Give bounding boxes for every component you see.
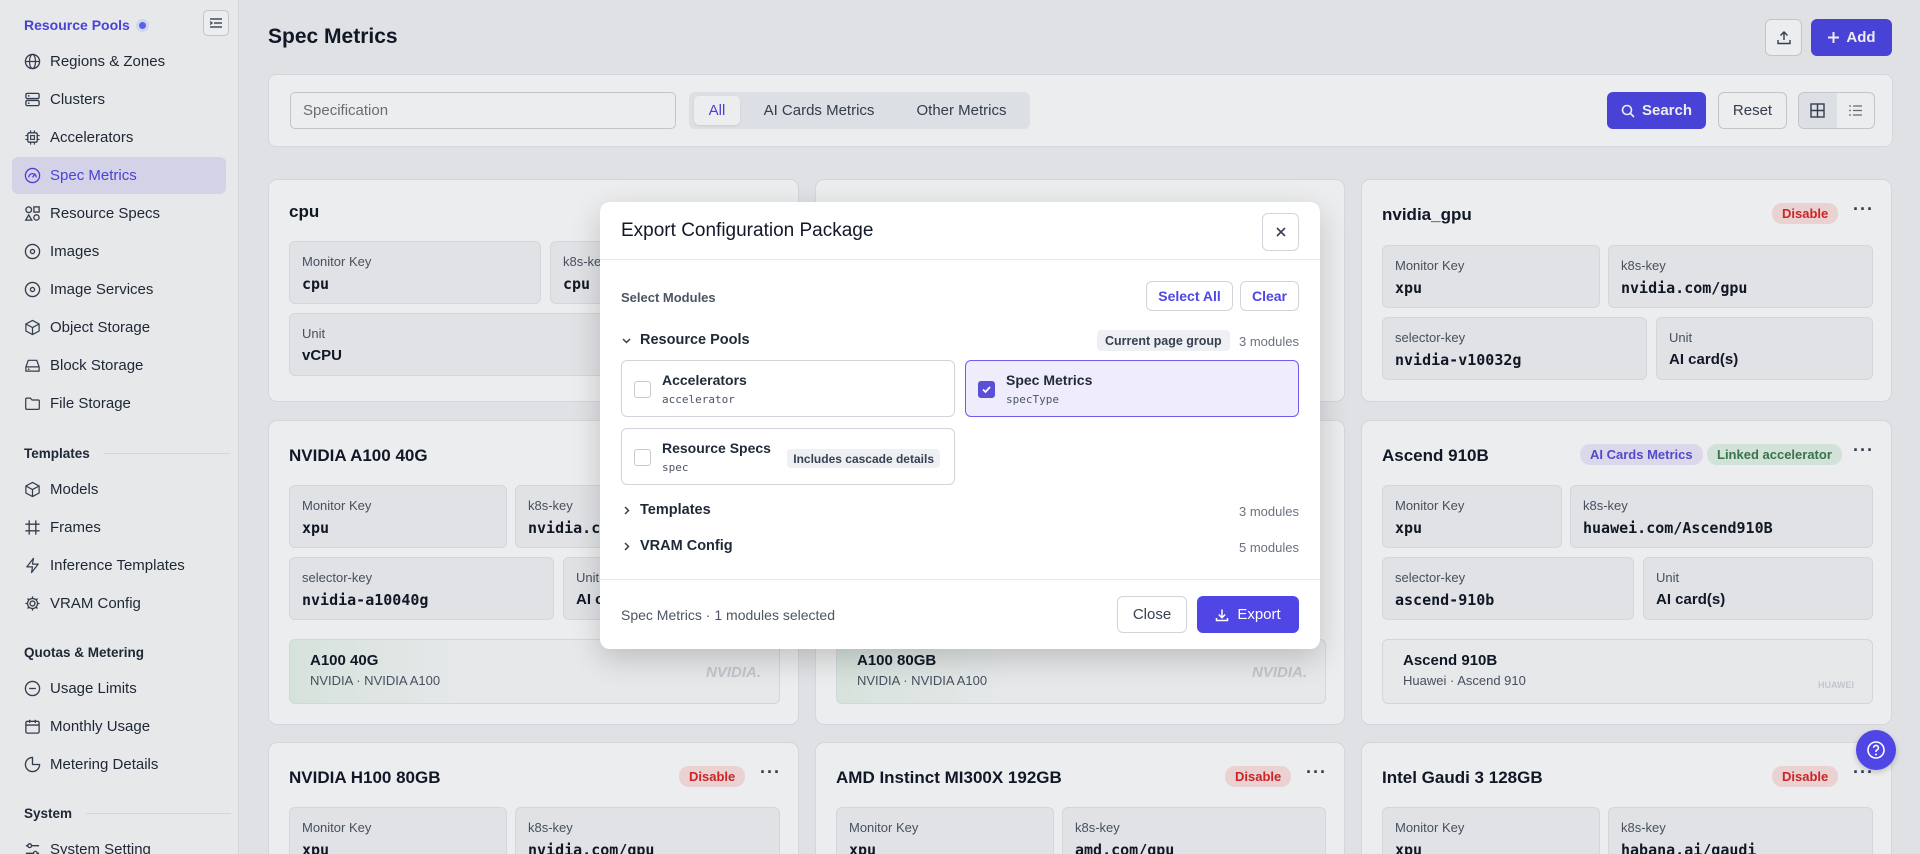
close-icon bbox=[1275, 227, 1286, 237]
group-vram-config[interactable]: VRAM Config bbox=[621, 538, 733, 554]
checkbox[interactable] bbox=[978, 381, 995, 398]
current-page-tag: Current page group bbox=[1097, 330, 1230, 351]
download-icon bbox=[1216, 609, 1229, 621]
divider bbox=[600, 579, 1320, 580]
divider bbox=[600, 259, 1320, 260]
chevron-right-icon bbox=[624, 505, 630, 515]
module-spec-metrics[interactable]: Spec Metrics specType bbox=[965, 360, 1299, 417]
cascade-details-tag: Includes cascade details bbox=[787, 449, 940, 468]
close-dialog-button[interactable] bbox=[1262, 213, 1299, 251]
group-templates[interactable]: Templates bbox=[621, 502, 711, 518]
select-modules-label: Select Modules bbox=[621, 290, 716, 305]
checkbox[interactable] bbox=[634, 381, 651, 398]
help-icon bbox=[1867, 741, 1885, 759]
help-button[interactable] bbox=[1856, 730, 1896, 770]
clear-button[interactable]: Clear bbox=[1240, 281, 1299, 311]
module-count: 3 modules bbox=[1239, 334, 1299, 349]
selection-status: Spec Metrics · 1 modules selected bbox=[621, 607, 835, 623]
chevron-right-icon bbox=[624, 541, 630, 551]
chevron-down-icon bbox=[622, 337, 631, 344]
dialog-title: Export Configuration Package bbox=[621, 220, 874, 241]
module-count: 3 modules bbox=[1239, 504, 1299, 519]
select-all-button[interactable]: Select All bbox=[1146, 281, 1233, 311]
check-icon bbox=[982, 386, 991, 394]
checkbox[interactable] bbox=[634, 449, 651, 466]
export-button[interactable]: Export bbox=[1197, 596, 1299, 633]
close-button[interactable]: Close bbox=[1117, 596, 1187, 633]
module-count: 5 modules bbox=[1239, 540, 1299, 555]
module-accelerators[interactable]: Accelerators accelerator bbox=[621, 360, 955, 417]
group-resource-pools[interactable]: Resource Pools bbox=[621, 332, 750, 348]
export-dialog: Export Configuration Package Select Modu… bbox=[600, 202, 1320, 649]
module-resource-specs[interactable]: Resource Specs spec Includes cascade det… bbox=[621, 428, 955, 485]
